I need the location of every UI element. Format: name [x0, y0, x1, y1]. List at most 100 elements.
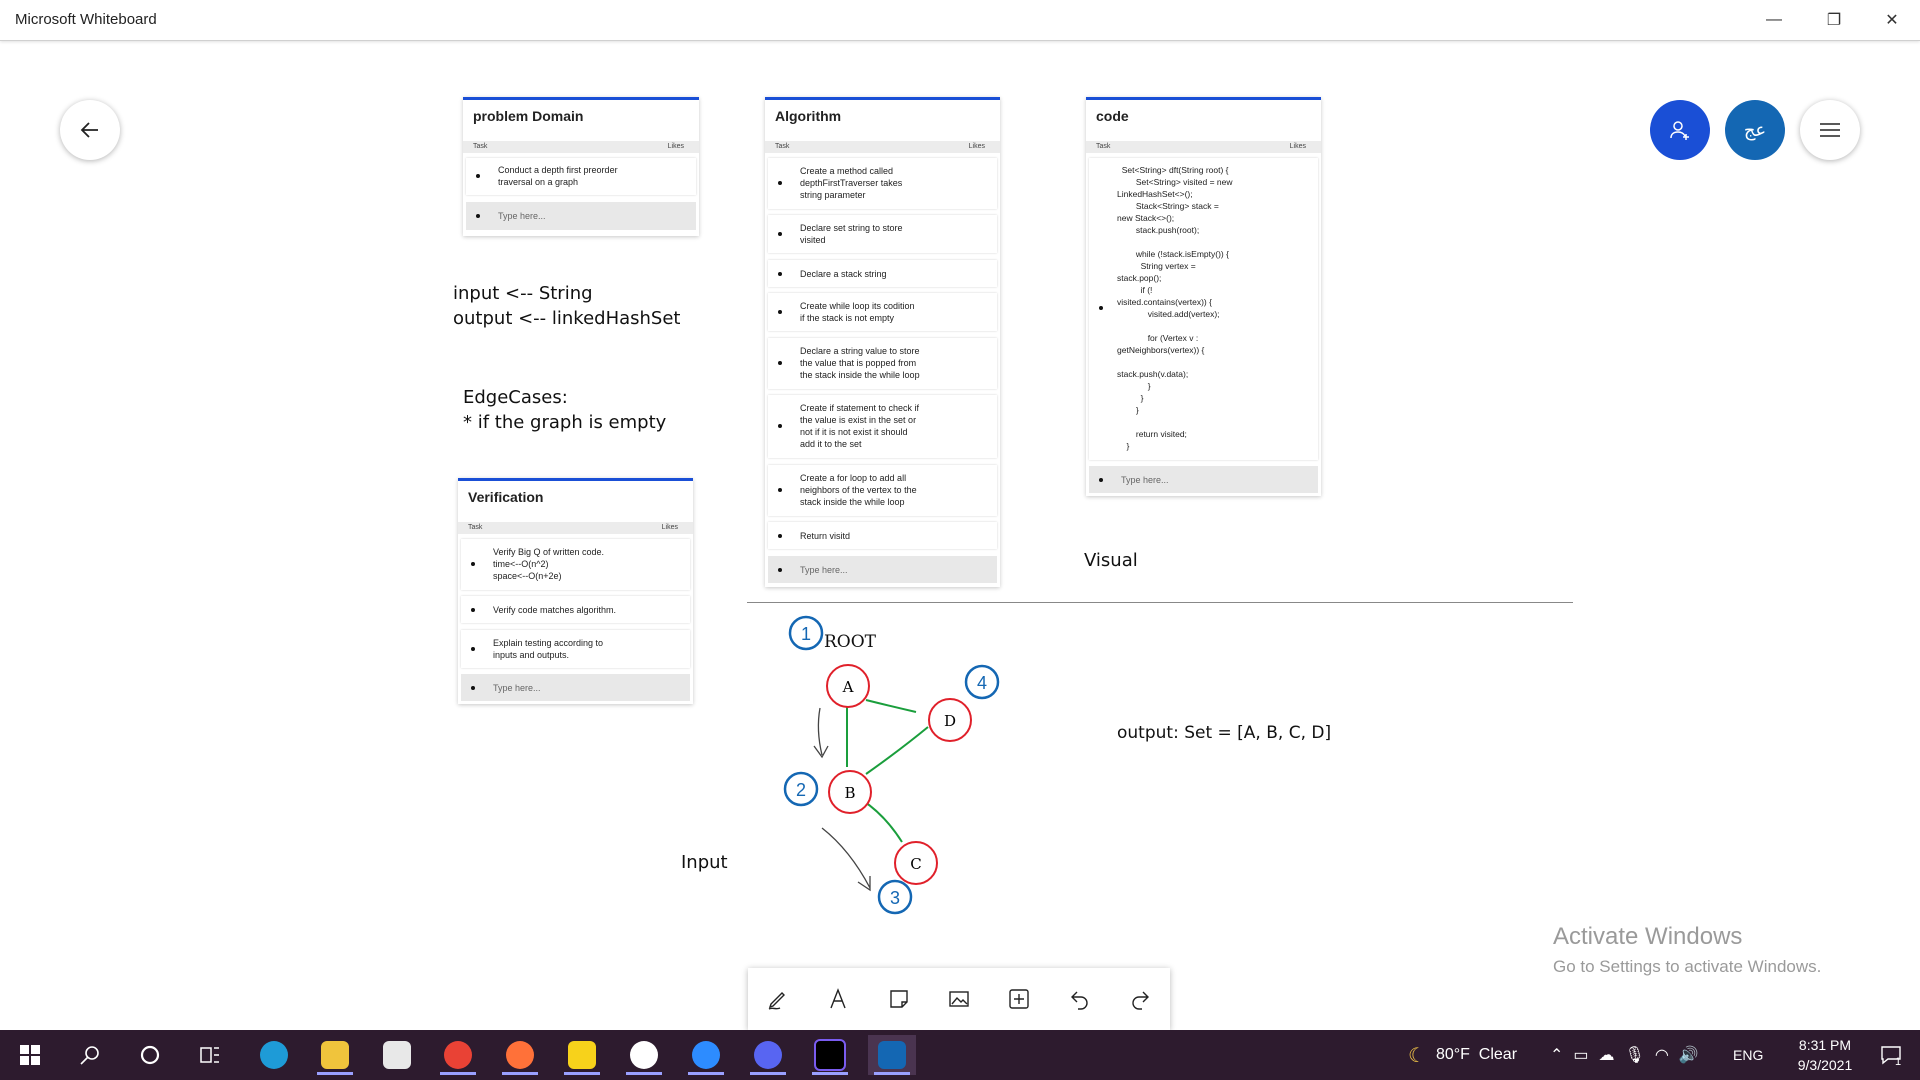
file-explorer-app[interactable] — [311, 1035, 359, 1075]
running-indicator — [502, 1072, 538, 1075]
list-item[interactable]: Explain testing according to inputs and … — [461, 630, 690, 668]
list-item[interactable]: Declare set string to store visited — [768, 215, 997, 253]
node-d-label: D — [944, 712, 956, 730]
list-item[interactable]: Conduct a depth first preorder traversal… — [466, 158, 696, 195]
notifications-button[interactable]: 1 — [1868, 1030, 1912, 1080]
menu-button[interactable] — [1800, 100, 1860, 160]
list-item[interactable]: Create a for loop to add all neighbors o… — [768, 465, 997, 516]
list-item[interactable]: Verify Big Q of written code. time<--O(n… — [461, 539, 690, 590]
search-button[interactable] — [66, 1035, 114, 1075]
running-indicator — [688, 1072, 724, 1075]
ink-toolbar — [748, 968, 1170, 1030]
root-label: ROOT — [824, 632, 877, 652]
marker-1-label: 1 — [801, 624, 811, 644]
bullet-icon — [1099, 478, 1103, 482]
volume-icon[interactable]: 🔊 — [1679, 1045, 1699, 1065]
start-button[interactable] — [6, 1035, 54, 1075]
list-item-text: Create a for loop to add all neighbors o… — [800, 473, 917, 507]
firefox-app[interactable] — [496, 1035, 544, 1075]
notification-count: 1 — [1894, 1056, 1902, 1068]
restore-button[interactable]: ❐ — [1806, 0, 1862, 40]
sticky-notes-app[interactable] — [558, 1035, 606, 1075]
verification-card[interactable]: Verification Task Likes Verify Big Q of … — [458, 478, 693, 704]
intellij-icon — [814, 1039, 846, 1071]
card-column-header: Task Likes — [765, 141, 1000, 153]
code-item[interactable]: Set<String> dft(String root) { Set<Strin… — [1089, 158, 1318, 460]
watermark-title: Activate Windows — [1553, 923, 1743, 950]
bullet-icon — [778, 568, 782, 572]
code-card[interactable]: code Task Likes Set<String> dft(String r… — [1086, 97, 1321, 496]
store-app[interactable] — [373, 1035, 421, 1075]
card-title: code — [1096, 108, 1129, 124]
placeholder-text: Type here... — [493, 683, 541, 693]
cortana-icon — [140, 1045, 160, 1065]
store-icon — [383, 1041, 411, 1069]
pen-icon[interactable] — [758, 979, 798, 1019]
type-here-input[interactable]: Type here... — [768, 556, 997, 583]
discord-icon — [754, 1041, 782, 1069]
intellij-app[interactable] — [806, 1035, 854, 1075]
language-indicator[interactable]: ENG — [1733, 1030, 1763, 1080]
card-column-header: Task Likes — [1086, 141, 1321, 153]
slack-app[interactable] — [620, 1035, 668, 1075]
bullet-icon — [778, 424, 782, 428]
type-here-input[interactable]: Type here... — [466, 202, 696, 230]
list-item-text: Declare a string value to store the valu… — [800, 346, 920, 380]
cortana-button[interactable] — [126, 1035, 174, 1075]
bullet-icon — [778, 534, 782, 538]
running-indicator — [750, 1072, 786, 1075]
running-indicator — [440, 1072, 476, 1075]
edge-app[interactable] — [250, 1035, 298, 1075]
list-item-text: Conduct a depth first preorder traversal… — [498, 165, 618, 187]
profile-button[interactable]: عج — [1725, 100, 1785, 160]
microphone-icon[interactable]: 🎙 — [1625, 1045, 1645, 1065]
add-icon[interactable] — [999, 979, 1039, 1019]
wifi-icon[interactable]: ◠ — [1655, 1045, 1669, 1065]
input-label[interactable]: Input — [681, 852, 728, 873]
redo-icon[interactable] — [1120, 979, 1160, 1019]
output-note[interactable]: output: Set = [A, B, C, D] — [1117, 723, 1331, 743]
task-view-button[interactable] — [186, 1035, 234, 1075]
zoom-app[interactable] — [682, 1035, 730, 1075]
undo-icon[interactable] — [1060, 979, 1100, 1019]
list-item[interactable]: Declare a stack string — [768, 260, 997, 287]
close-button[interactable]: ✕ — [1864, 0, 1920, 40]
card-column-header: Task Likes — [463, 141, 699, 153]
placeholder-text: Type here... — [1121, 475, 1169, 485]
edge-cases-note[interactable]: EdgeCases: * if the graph is empty — [463, 385, 666, 435]
whiteboard-app[interactable] — [868, 1035, 916, 1075]
image-icon[interactable] — [939, 979, 979, 1019]
minimize-button[interactable]: — — [1746, 0, 1802, 40]
list-item[interactable]: Create if statement to check if the valu… — [768, 395, 997, 458]
note-icon[interactable] — [879, 979, 919, 1019]
cloud-icon[interactable]: ☁ — [1599, 1045, 1615, 1065]
weather-widget[interactable]: ☾ 80°F Clear — [1408, 1030, 1517, 1080]
discord-app[interactable] — [744, 1035, 792, 1075]
bullet-icon — [778, 310, 782, 314]
bullet-icon — [476, 174, 480, 178]
list-item[interactable]: Create a method called depthFirstTravers… — [768, 158, 997, 209]
back-button[interactable] — [60, 100, 120, 160]
visual-label[interactable]: Visual — [1084, 550, 1138, 571]
type-here-input[interactable]: Type here... — [1089, 466, 1318, 493]
algorithm-card[interactable]: Algorithm Task Likes Create a method cal… — [765, 97, 1000, 587]
clock[interactable]: 8:31 PM 9/3/2021 — [1780, 1030, 1870, 1080]
battery-icon[interactable]: ▭ — [1573, 1045, 1588, 1065]
text-icon[interactable] — [818, 979, 858, 1019]
bullet-icon — [778, 361, 782, 365]
list-item-text: Verify code matches algorithm. — [493, 605, 617, 615]
list-item[interactable]: Verify code matches algorithm. — [461, 596, 690, 623]
task-view-icon — [200, 1047, 219, 1063]
list-item[interactable]: Return visitd — [768, 522, 997, 549]
list-item[interactable]: Create while loop its codition if the st… — [768, 293, 997, 331]
running-indicator — [874, 1072, 910, 1075]
io-note[interactable]: input <-- String output <-- linkedHashSe… — [453, 281, 681, 331]
graph-drawing[interactable]: A B C D 1 ROOT 2 3 4 — [770, 610, 1020, 920]
list-item[interactable]: Declare a string value to store the valu… — [768, 338, 997, 389]
chrome-app[interactable] — [434, 1035, 482, 1075]
chevron-up-icon[interactable]: ⌃ — [1550, 1045, 1563, 1065]
type-here-input[interactable]: Type here... — [461, 674, 690, 701]
node-b-label: B — [844, 784, 855, 802]
problem-domain-card[interactable]: problem Domain Task Likes Conduct a dept… — [463, 97, 699, 236]
invite-button[interactable] — [1650, 100, 1710, 160]
